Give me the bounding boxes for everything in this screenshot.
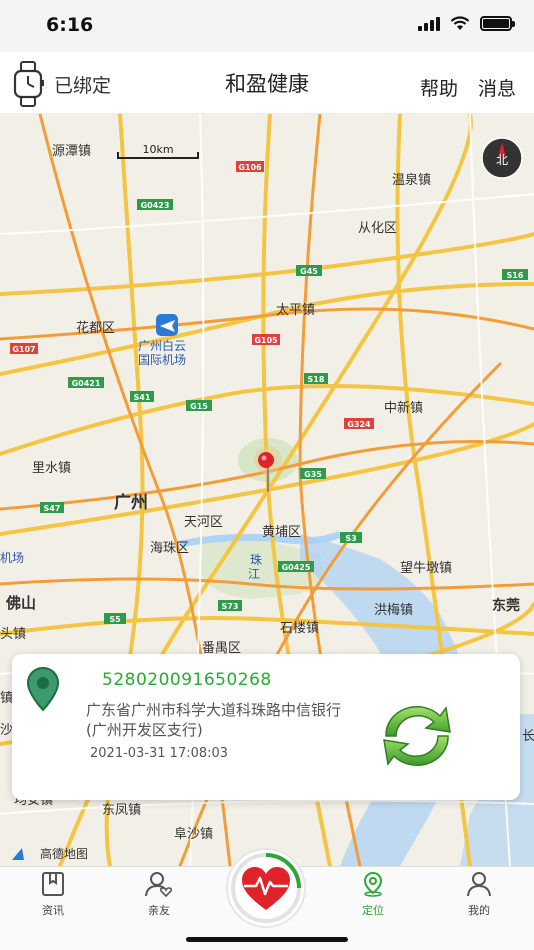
location-address: 广东省广州市科学大道科珠路中信银行(广州开发区支行) xyxy=(86,701,342,739)
road-shield: G0421 xyxy=(72,379,101,388)
place-label: 太平镇 xyxy=(276,303,315,318)
place-label: 头镇 xyxy=(0,627,26,642)
refresh-icon[interactable] xyxy=(372,700,462,772)
road-shield: G0423 xyxy=(141,201,170,210)
place-label: 洪梅镇 xyxy=(374,603,413,618)
bind-status[interactable]: 已绑定 xyxy=(12,60,111,108)
location-icon xyxy=(363,871,383,897)
scale-label: 10km xyxy=(142,143,173,156)
road-shield: S5 xyxy=(109,615,121,624)
tab-label: 资讯 xyxy=(42,904,64,917)
place-label: 天河区 xyxy=(184,515,223,530)
place-label: 花都区 xyxy=(76,320,115,336)
messages-button[interactable]: 消息 xyxy=(478,74,516,101)
road-shield: S73 xyxy=(222,602,239,611)
home-indicator xyxy=(186,937,348,942)
tab-label: 我的 xyxy=(468,904,490,917)
place-label: 广州白云 xyxy=(138,338,186,353)
place-label: 中新镇 xyxy=(384,400,423,416)
place-label: 佛山 xyxy=(5,594,36,612)
road-shield: S41 xyxy=(134,393,151,402)
tab-friends[interactable]: 亲友 xyxy=(124,871,194,918)
place-label: 东凤镇 xyxy=(102,803,141,818)
bind-status-label: 已绑定 xyxy=(54,74,112,97)
tab-location[interactable]: 定位 xyxy=(338,871,408,918)
place-label: 广州 xyxy=(114,492,148,513)
place-label: 江 xyxy=(248,567,260,581)
place-label: 源潭镇 xyxy=(52,144,91,159)
road-shield: G35 xyxy=(304,470,322,479)
place-label: 从化区 xyxy=(358,221,397,236)
place-label: 阜沙镇 xyxy=(174,826,213,842)
road-shield: G15 xyxy=(190,402,208,411)
tab-profile[interactable]: 我的 xyxy=(444,871,514,918)
road-shield: G107 xyxy=(12,345,35,354)
place-label: 望牛墩镇 xyxy=(400,560,452,576)
status-bar: 6:16 xyxy=(0,0,534,52)
help-button[interactable]: 帮助 xyxy=(420,74,458,101)
location-card: 528020091650268 广东省广州市科学大道科珠路中信银行(广州开发区支… xyxy=(12,654,520,800)
place-label: 珠 xyxy=(250,553,262,567)
wifi-icon xyxy=(450,16,470,30)
place-label: 长 xyxy=(522,729,534,744)
place-label: 黄埔区 xyxy=(262,525,301,540)
health-button[interactable] xyxy=(226,848,306,928)
heart-rate-icon xyxy=(231,853,301,923)
friends-icon xyxy=(145,872,173,898)
road-shield: S3 xyxy=(345,534,356,543)
location-timestamp: 2021-03-31 17:08:03 xyxy=(90,746,229,761)
nav-bar: 已绑定 和盈健康 帮助 消息 xyxy=(0,52,534,114)
watch-icon xyxy=(13,61,44,107)
place-label: 石楼镇 xyxy=(280,621,319,636)
road-shield: G324 xyxy=(347,420,371,429)
tab-label: 亲友 xyxy=(148,904,170,917)
road-shield: G0425 xyxy=(282,563,311,572)
road-shield: S47 xyxy=(44,504,61,513)
road-shield: S16 xyxy=(507,271,524,280)
road-shield: S18 xyxy=(308,375,325,384)
road-shield: G105 xyxy=(254,336,278,345)
place-label: 里水镇 xyxy=(32,461,71,476)
place-label: 国际机场 xyxy=(138,353,186,367)
tab-label: 定位 xyxy=(362,904,384,917)
tab-news[interactable]: 资讯 xyxy=(18,871,88,918)
airport-icon xyxy=(156,314,178,336)
place-label: 东莞 xyxy=(492,597,520,614)
place-label: 机场 xyxy=(0,551,24,565)
location-marker-icon xyxy=(26,666,60,712)
road-shield: G106 xyxy=(238,163,262,172)
device-id: 528020091650268 xyxy=(102,670,272,690)
compass-icon[interactable]: 北 xyxy=(481,137,523,179)
road-shield: G45 xyxy=(300,267,318,276)
compass-label: 北 xyxy=(496,153,508,167)
signal-icon xyxy=(418,16,440,31)
news-icon xyxy=(42,872,64,896)
status-time: 6:16 xyxy=(46,14,94,36)
profile-icon xyxy=(467,872,491,897)
place-label: 温泉镇 xyxy=(392,172,431,188)
battery-icon xyxy=(480,16,515,31)
place-label: 海珠区 xyxy=(150,541,189,556)
status-icons xyxy=(418,16,515,31)
svg-text:高德地图: 高德地图 xyxy=(40,846,88,861)
